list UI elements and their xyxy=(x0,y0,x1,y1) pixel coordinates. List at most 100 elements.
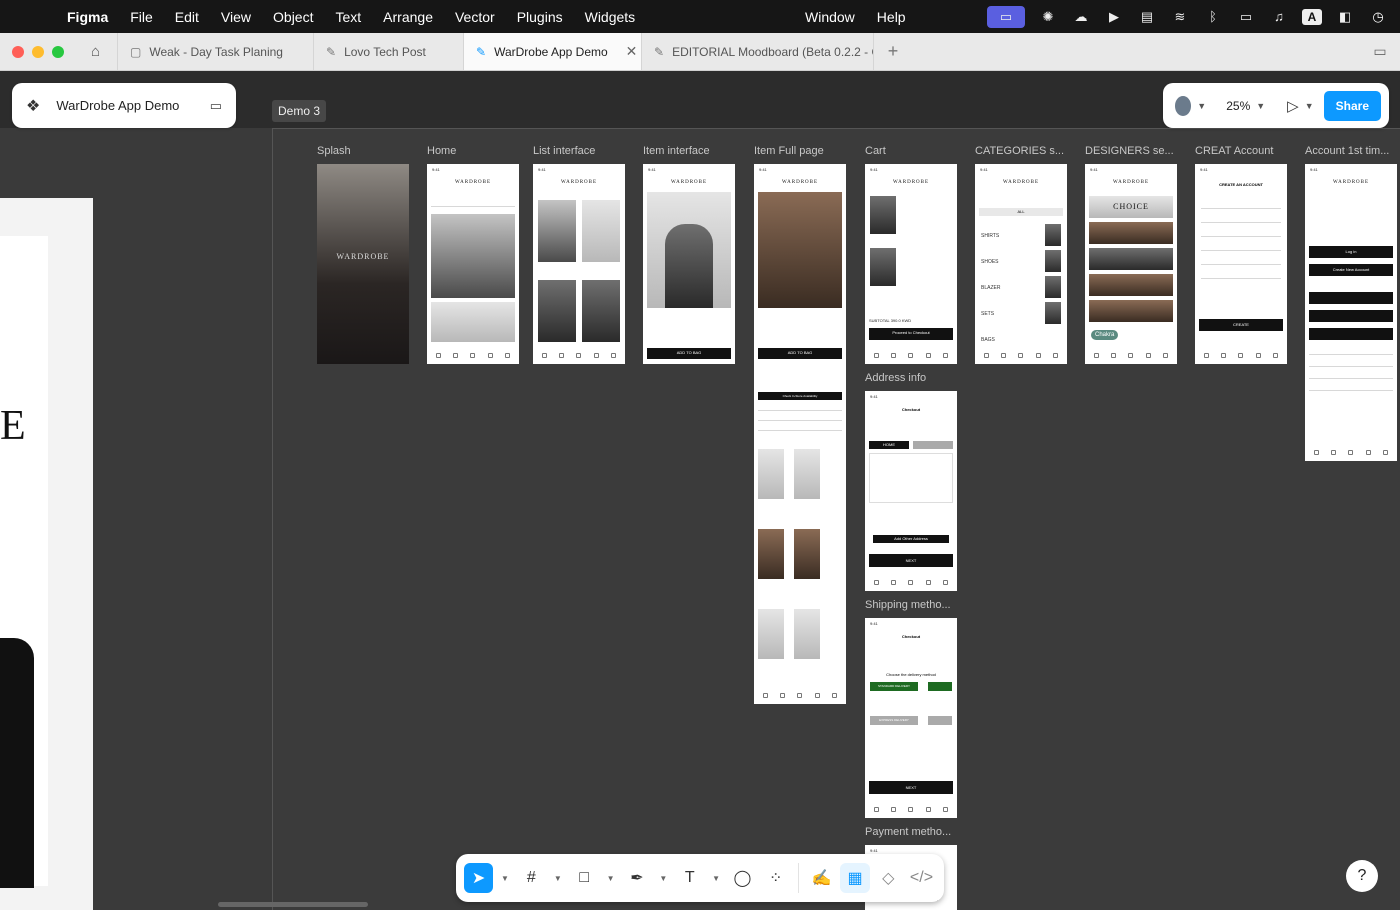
frame-home[interactable]: 9:41 WARDROBE xyxy=(427,164,519,364)
express-delivery-option[interactable]: EXPRESS DELIVERY xyxy=(870,716,918,725)
add-address-button[interactable]: Add Other Address xyxy=(873,535,949,543)
sparkle-icon[interactable]: ✺ xyxy=(1038,8,1058,26)
frame-shipping[interactable]: 9:41 Checkout Choose the delivery method… xyxy=(865,618,957,818)
frame-label-address[interactable]: Address info xyxy=(865,372,957,384)
fullscreen-window-button[interactable] xyxy=(52,45,64,58)
designer-banner[interactable] xyxy=(1089,222,1173,244)
new-tab-icon[interactable]: + xyxy=(874,33,912,70)
frame-splash[interactable]: WARDROBE xyxy=(317,164,409,364)
proceed-button[interactable]: Proceed to Checkout xyxy=(869,328,953,340)
address-card[interactable] xyxy=(869,453,953,503)
facebook-sign-in-button[interactable] xyxy=(1309,292,1393,304)
move-tool-icon[interactable]: ➤ xyxy=(464,863,494,893)
add-to-bag-button[interactable]: ADD TO BAG xyxy=(758,348,842,359)
horizontal-scrollbar[interactable] xyxy=(218,902,368,907)
screen-share-icon[interactable]: ▭ xyxy=(987,5,1025,28)
category-blazer[interactable]: BLAZER xyxy=(981,285,1000,291)
partial-frame[interactable]: E xyxy=(0,198,93,910)
home-tab-button[interactable]: HOME xyxy=(869,441,909,449)
cloud-icon[interactable]: ☁ xyxy=(1071,8,1091,26)
menu-vector[interactable]: Vector xyxy=(444,9,506,25)
frame-label-designers[interactable]: DESIGNERS se... xyxy=(1085,145,1177,157)
file-name[interactable]: WarDrobe App Demo xyxy=(56,98,193,113)
google-sign-in-button[interactable] xyxy=(1309,328,1393,340)
frame-tool-icon[interactable]: # xyxy=(517,863,546,893)
present-icon[interactable]: ▷ xyxy=(1287,97,1299,115)
designer-banner[interactable] xyxy=(1089,300,1173,322)
menu-help[interactable]: Help xyxy=(866,9,917,25)
tab-editorial-moodboard[interactable]: ✎ EDITORIAL Moodboard (Beta 0.2.2 - C xyxy=(642,33,874,70)
menu-file[interactable]: File xyxy=(119,9,164,25)
frame-label-payment[interactable]: Payment metho... xyxy=(865,826,957,838)
log-in-button[interactable]: Log in xyxy=(1309,246,1393,258)
frame-address[interactable]: 9:41 Checkout HOME Add Other Address NEX… xyxy=(865,391,957,591)
frame-label-home[interactable]: Home xyxy=(427,145,519,157)
chevron-down-icon[interactable]: ▼ xyxy=(550,863,566,893)
create-new-account-button[interactable]: Create New Account xyxy=(1309,264,1393,276)
apple-sign-in-button[interactable] xyxy=(1309,310,1393,322)
chakra-badge[interactable]: Chakra xyxy=(1091,330,1119,340)
next-button[interactable]: NEXT xyxy=(869,554,953,567)
frame-list[interactable]: 9:41 WARDROBE xyxy=(533,164,625,364)
control-center-icon[interactable]: ▤ xyxy=(1137,8,1157,26)
control-panel-icon[interactable]: ◧ xyxy=(1335,8,1355,26)
design-mode-icon[interactable]: ▦ xyxy=(840,863,870,893)
menu-plugins[interactable]: Plugins xyxy=(506,9,574,25)
toggle-sidebar-icon[interactable]: ▭ xyxy=(210,98,222,114)
menu-object[interactable]: Object xyxy=(262,9,324,25)
text-tool-icon[interactable]: T xyxy=(675,863,704,893)
canvas[interactable]: E Demo 3 ❖ WarDrobe App Demo ▭ ▼ 25% ▼ ▷… xyxy=(0,72,1400,910)
section-label[interactable]: Demo 3 xyxy=(272,100,327,122)
frame-label-categories[interactable]: CATEGORIES s... xyxy=(975,145,1067,157)
designer-banner[interactable] xyxy=(1089,274,1173,296)
frame-creat-account[interactable]: 9:41 CREATE AN ACCOUNT CREATE xyxy=(1195,164,1287,364)
input-source-icon[interactable]: A xyxy=(1302,8,1322,25)
close-tab-icon[interactable]: ✕ xyxy=(626,43,638,60)
frame-label-cart[interactable]: Cart xyxy=(865,145,957,157)
frame-designers[interactable]: 9:41 WARDROBE CHOICE Chakra xyxy=(1085,164,1177,364)
wifi-icon[interactable]: ≋ xyxy=(1170,8,1190,26)
rectangle-tool-icon[interactable]: □ xyxy=(570,863,599,893)
create-button[interactable]: CREATE xyxy=(1199,319,1283,331)
frame-categories[interactable]: 9:41 WARDROBE ALL SHIRTS SHOES BLAZER SE… xyxy=(975,164,1067,364)
frame-label-item-full[interactable]: Item Full page xyxy=(754,145,846,157)
frame-label-creat-account[interactable]: CREAT Account xyxy=(1195,145,1287,157)
frame-label-list[interactable]: List interface xyxy=(533,145,625,157)
battery-icon[interactable]: ▭ xyxy=(1236,8,1256,26)
menu-text[interactable]: Text xyxy=(324,9,372,25)
check-store-button[interactable]: Check In-Store Availability xyxy=(758,392,842,400)
chevron-down-icon[interactable]: ▼ xyxy=(656,863,672,893)
chevron-down-icon[interactable]: ▼ xyxy=(1305,101,1314,111)
chevron-down-icon[interactable]: ▼ xyxy=(1197,101,1206,111)
all-category[interactable]: ALL xyxy=(979,208,1063,216)
avatar[interactable] xyxy=(1175,95,1192,116)
menu-view[interactable]: View xyxy=(210,9,262,25)
category-shoes[interactable]: SHOES xyxy=(981,259,999,265)
chevron-down-icon[interactable]: ▼ xyxy=(708,863,724,893)
category-shirts[interactable]: SHIRTS xyxy=(981,233,999,239)
menu-app-name[interactable]: Figma xyxy=(56,9,119,25)
home-icon[interactable]: ⌂ xyxy=(74,33,118,70)
share-button[interactable]: Share xyxy=(1323,90,1381,121)
store-tab-button[interactable] xyxy=(913,441,953,449)
frame-label-shipping[interactable]: Shipping metho... xyxy=(865,599,957,611)
tab-weak-day-task[interactable]: ▢ Weak - Day Task Planing xyxy=(118,33,314,70)
comment-tool-icon[interactable]: ◯ xyxy=(728,863,757,893)
designer-banner[interactable]: CHOICE xyxy=(1089,196,1173,218)
frame-item[interactable]: 9:41 WARDROBE ADD TO BAG xyxy=(643,164,735,364)
prototype-mode-icon[interactable]: ◇ xyxy=(874,863,903,893)
category-sets[interactable]: SETS xyxy=(981,311,994,317)
chevron-down-icon[interactable]: ▼ xyxy=(497,863,513,893)
bluetooth-icon[interactable]: ᛒ xyxy=(1203,8,1223,26)
dev-mode-icon[interactable]: </> xyxy=(907,863,936,893)
frame-item-full[interactable]: 9:41 WARDROBE ADD TO BAG Check In-Store … xyxy=(754,164,846,704)
close-window-button[interactable] xyxy=(12,45,24,58)
pen-tool-icon[interactable]: ✒ xyxy=(622,863,651,893)
menu-edit[interactable]: Edit xyxy=(164,9,210,25)
menu-window[interactable]: Window xyxy=(794,9,866,25)
headphones-icon[interactable]: ♫ xyxy=(1269,8,1289,26)
chevron-down-icon[interactable]: ▼ xyxy=(1256,101,1265,111)
designer-banner[interactable] xyxy=(1089,248,1173,270)
frame-account[interactable]: 9:41 WARDROBE Log in Create New Account xyxy=(1305,164,1397,461)
add-to-bag-button[interactable]: ADD TO BAG xyxy=(647,348,731,359)
